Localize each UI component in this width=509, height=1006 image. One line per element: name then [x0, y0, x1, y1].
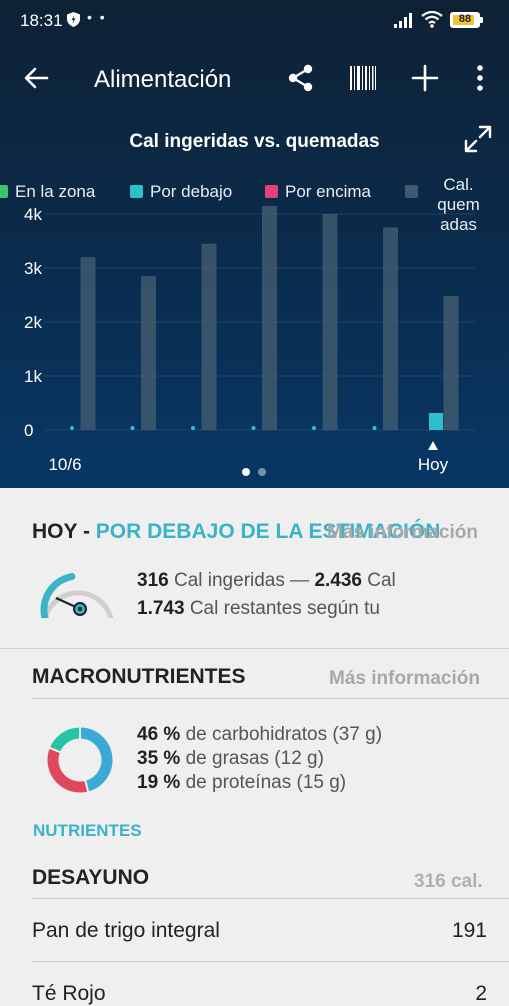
donut-slice — [79, 727, 113, 792]
battery-level: 88 — [458, 13, 472, 25]
macro-fats: 35 % de grasas (12 g) — [137, 748, 324, 770]
calorie-remaining: 1.743 Cal restantes según tu — [137, 598, 380, 620]
meal-heading: DESAYUNO — [32, 866, 150, 889]
macro-proteins: 19 % de proteínas (15 g) — [137, 772, 346, 794]
today-marker-icon — [428, 441, 438, 450]
legend-above[interactable]: Por encima — [265, 182, 371, 202]
intake-point — [191, 426, 195, 430]
burned-bar[interactable] — [141, 276, 156, 430]
calorie-gauge — [40, 573, 114, 618]
more-vert-icon[interactable] — [470, 64, 490, 92]
food-name: Té Rojo — [32, 982, 106, 1005]
legend-swatch — [265, 185, 278, 198]
food-calories: 191 — [451, 919, 487, 942]
macros-more-info-link[interactable]: Más información — [329, 668, 480, 690]
macro-proteins-pct: 19 % — [137, 772, 181, 793]
status-bar: 18:31 • • 88 — [0, 0, 509, 42]
y-tick-label: 0 — [24, 421, 33, 440]
burned-bar[interactable] — [201, 243, 217, 430]
macro-fats-label: de grasas (12 g) — [180, 748, 324, 769]
calorie-summary: 316 Cal ingeridas — 2.436 Cal — [137, 570, 396, 592]
food-calories: 2 — [475, 982, 487, 1005]
app-bar: Alimentación — [0, 52, 509, 108]
legend-label: En la zona — [15, 182, 96, 201]
legend-below[interactable]: Por debajo — [130, 182, 232, 202]
divider — [32, 898, 509, 899]
macro-carbs-pct: 46 % — [137, 724, 181, 745]
plus-icon[interactable] — [411, 64, 439, 92]
today-more-info-link[interactable]: Más información — [327, 522, 478, 544]
burned-bar[interactable] — [322, 214, 338, 430]
chart-title: Cal ingeridas vs. quemadas — [129, 131, 380, 152]
divider — [0, 648, 509, 649]
shield-icon — [67, 12, 80, 27]
divider — [32, 961, 509, 962]
page-indicator-dot[interactable] — [258, 468, 266, 476]
header-panel: 18:31 • • 88 Alimentación Cal ingeridas … — [0, 0, 509, 488]
battery-icon: 88 — [450, 12, 483, 28]
expand-icon[interactable] — [463, 124, 493, 154]
y-tick-label: 1k — [24, 367, 42, 386]
intake-point — [130, 426, 135, 430]
macros-donut-chart — [47, 726, 113, 793]
status-time: 18:31 — [20, 11, 63, 30]
back-arrow-icon[interactable] — [22, 64, 50, 92]
barcode-icon[interactable] — [350, 66, 376, 90]
today-label: HOY - — [32, 520, 96, 543]
calories-bar-chart[interactable]: 0 1k 2k 3k 4k 10/6 Hoy — [0, 200, 509, 488]
intake-point — [372, 426, 377, 430]
macro-carbs-label: de carbohidratos (37 g) — [180, 724, 383, 745]
burned-bar[interactable] — [80, 257, 96, 430]
legend-in-zone[interactable]: En la zona — [0, 182, 95, 202]
notification-dots: • • — [87, 9, 107, 25]
calories-remaining: 1.743 — [137, 598, 185, 619]
calories-intake: 316 — [137, 570, 169, 591]
macro-proteins-label: de proteínas (15 g) — [180, 772, 347, 793]
y-tick-label: 3k — [24, 259, 42, 278]
meal-calories: 316 cal. — [414, 871, 483, 892]
intake-point — [251, 426, 256, 430]
macro-carbs: 46 % de carbohidratos (37 g) — [137, 724, 382, 746]
wifi-icon — [421, 11, 443, 28]
calories-intake-text: Cal ingeridas — — [168, 570, 315, 591]
x-tick-label: 10/6 — [48, 455, 81, 474]
donut-slice — [47, 748, 89, 793]
intake-point — [70, 426, 74, 430]
y-tick-label: 2k — [24, 313, 42, 332]
donut-slice — [49, 727, 81, 753]
intake-point — [312, 426, 316, 430]
legend-swatch — [130, 185, 143, 198]
legend-swatch — [0, 185, 8, 198]
legend-label: Por debajo — [150, 182, 233, 201]
macro-fats-pct: 35 % — [137, 748, 181, 769]
food-name: Pan de trigo integral — [32, 919, 220, 942]
macros-heading: MACRONUTRIENTES — [32, 665, 246, 688]
page-title: Alimentación — [94, 66, 232, 93]
divider — [32, 698, 509, 699]
gauge-hub-center — [77, 606, 83, 612]
legend-swatch — [405, 185, 418, 198]
burned-bar[interactable] — [383, 227, 398, 431]
calories-burned: 2.436 — [314, 570, 362, 591]
nutrients-link[interactable]: NUTRIENTES — [33, 821, 142, 841]
y-tick-label: 4k — [24, 205, 42, 224]
page-indicator-dot[interactable] — [242, 468, 250, 476]
calories-remaining-text: Cal restantes según tu — [184, 598, 380, 619]
burned-bar[interactable] — [443, 296, 459, 430]
legend-label: Por encima — [285, 182, 371, 201]
x-tick-label: Hoy — [418, 455, 449, 474]
burned-bar[interactable] — [262, 205, 277, 430]
intake-bar[interactable] — [429, 412, 443, 430]
signal-icon — [394, 13, 412, 28]
calories-burned-text: Cal — [361, 570, 396, 591]
share-icon[interactable] — [287, 64, 315, 92]
